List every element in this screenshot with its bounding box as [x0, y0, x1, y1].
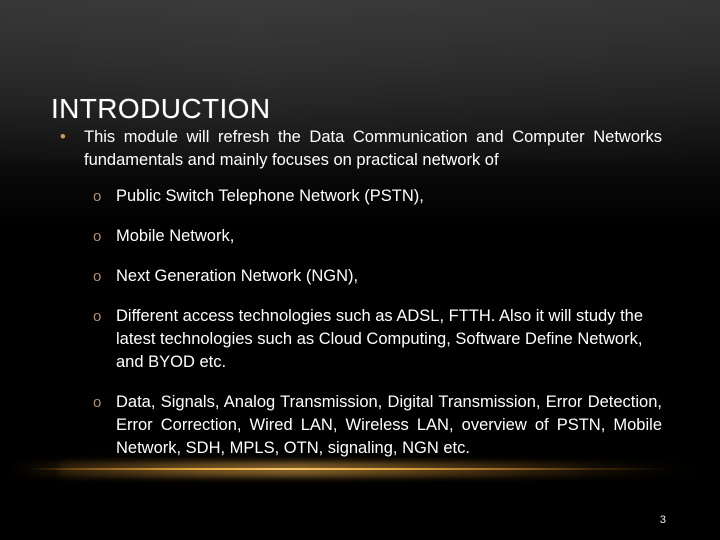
- list-item-label: Different access technologies such as AD…: [116, 307, 644, 371]
- circle-bullet-icon: o: [93, 188, 102, 205]
- list-item-label: Data, Signals, Analog Transmission, Digi…: [116, 393, 662, 457]
- list-item-label: Next Generation Network (NGN),: [116, 267, 359, 285]
- presentation-slide: INTRODUCTION • This module will refresh …: [0, 0, 720, 540]
- sub-list: o Public Switch Telephone Network (PSTN)…: [0, 185, 720, 460]
- list-item-label: Public Switch Telephone Network (PSTN),: [116, 187, 424, 205]
- list-item: o Data, Signals, Analog Transmission, Di…: [0, 391, 720, 460]
- slide-content: • This module will refresh the Data Comm…: [0, 126, 720, 477]
- page-number: 3: [659, 514, 666, 526]
- list-item: o Mobile Network,: [0, 225, 720, 248]
- list-item-label: This module will refresh the Data Commun…: [84, 128, 662, 169]
- list-item: • This module will refresh the Data Comm…: [0, 126, 720, 172]
- circle-bullet-icon: o: [93, 268, 102, 285]
- list-item-label: Mobile Network,: [116, 227, 235, 245]
- list-item: o Different access technologies such as …: [0, 305, 720, 374]
- circle-bullet-icon: o: [93, 308, 102, 325]
- bullet-dot-icon: •: [60, 128, 66, 146]
- page-title: INTRODUCTION: [51, 92, 271, 124]
- list-item: o Public Switch Telephone Network (PSTN)…: [0, 185, 720, 208]
- circle-bullet-icon: o: [93, 228, 102, 245]
- list-item: o Next Generation Network (NGN),: [0, 265, 720, 288]
- circle-bullet-icon: o: [93, 394, 102, 411]
